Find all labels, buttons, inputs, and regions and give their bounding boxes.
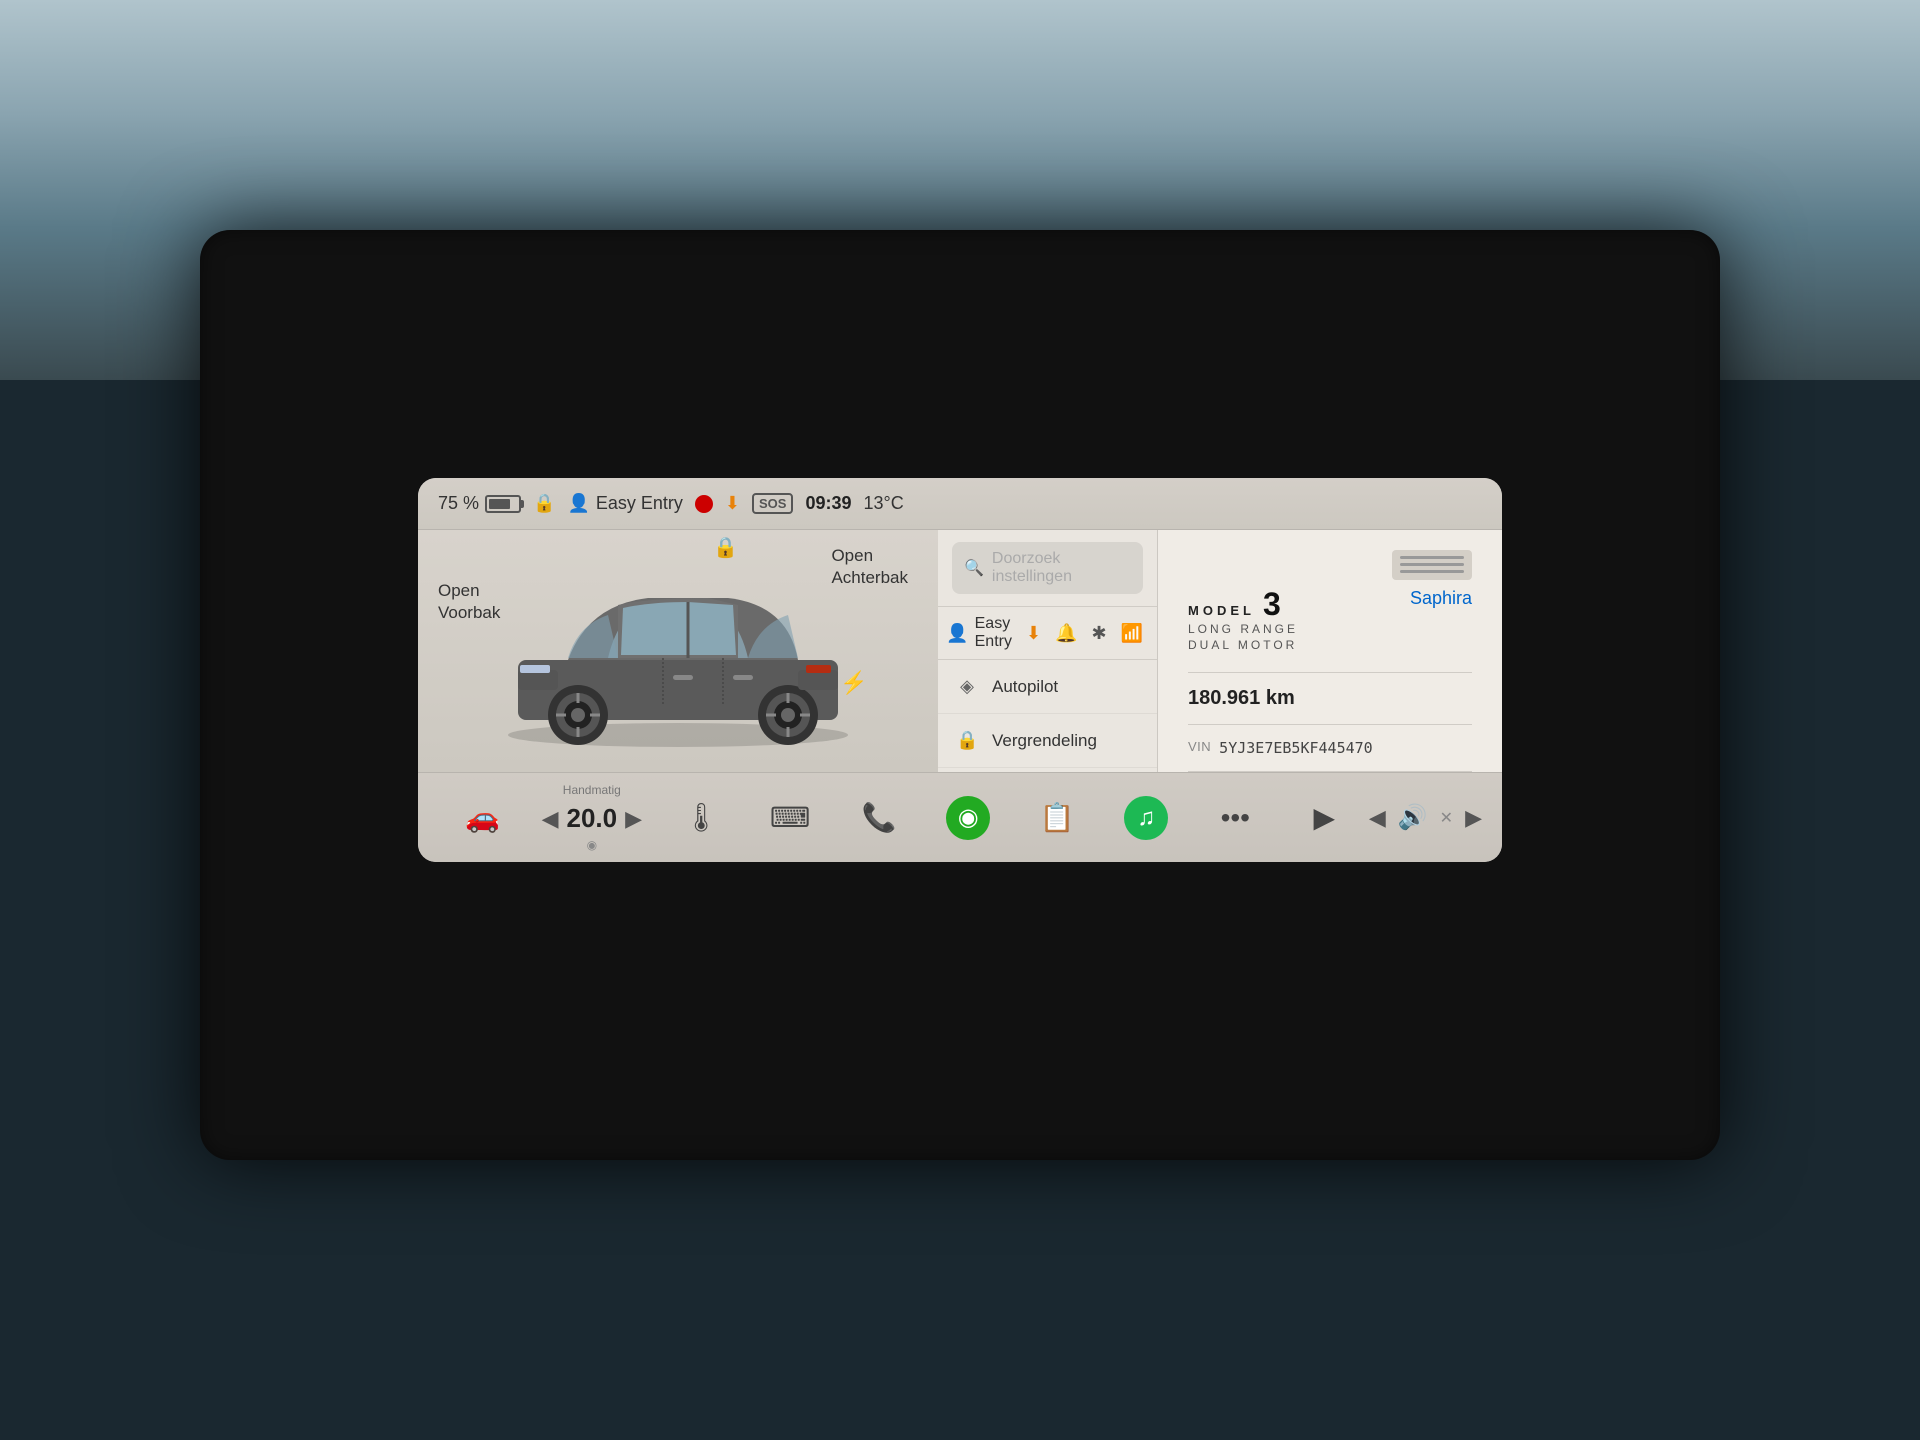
taskbar-steering[interactable]: ⌨ bbox=[746, 793, 835, 842]
model-line1: LONG RANGE bbox=[1188, 622, 1298, 636]
car-icon: 🚗 bbox=[465, 801, 500, 834]
lock-menu-icon: 🔒 bbox=[956, 730, 978, 751]
taskbar-temp[interactable]: Handmatig ◀ 20.0 ▶ ◉ bbox=[527, 775, 657, 860]
notes-icon: 📋 bbox=[1040, 801, 1075, 834]
lock-icon: 🔒 bbox=[533, 493, 555, 514]
vin-section: VIN 5YJ3E7EB5KF445470 bbox=[1188, 724, 1472, 771]
mileage-value: 180.961 km bbox=[1188, 687, 1472, 710]
download-icon: ⬇ bbox=[1026, 623, 1041, 644]
sos-badge[interactable]: SOS bbox=[752, 493, 793, 514]
model-number: 3 bbox=[1263, 588, 1284, 620]
search-icon: 🔍 bbox=[964, 558, 984, 578]
menu-item-autopilot[interactable]: ◈ Autopilot bbox=[938, 660, 1157, 714]
battery-icon bbox=[485, 495, 521, 513]
temp-right-arrow[interactable]: ▶ bbox=[625, 806, 642, 832]
details-panel: MODEL 3 LONG RANGE DUAL MOTOR Saphira 18… bbox=[1158, 530, 1502, 772]
menu-icon-top bbox=[1392, 550, 1472, 580]
taskbar-more[interactable]: ••• bbox=[1191, 794, 1280, 842]
battery-fill bbox=[489, 499, 510, 509]
clock: 09:39 bbox=[805, 493, 851, 514]
profile-label: Easy Entry bbox=[975, 615, 1012, 651]
taskbar: 🚗 Handmatig ◀ 20.0 ▶ ◉ 🌡 ⌨ bbox=[418, 772, 1502, 862]
hvac-icon: 🌡 bbox=[683, 801, 719, 834]
camera-dot: ◉ bbox=[946, 796, 990, 840]
vergrendeling-label: Vergrendeling bbox=[992, 731, 1097, 751]
mileage-section: 180.961 km bbox=[1188, 672, 1472, 724]
person-icon: 👤 bbox=[946, 623, 968, 644]
play-icon: ▶ bbox=[1314, 801, 1336, 834]
search-input[interactable]: 🔍 Doorzoek instellingen bbox=[952, 542, 1143, 594]
search-bar-container: 🔍 Doorzoek instellingen bbox=[938, 530, 1157, 607]
rec-indicator bbox=[695, 495, 713, 513]
taskbar-car[interactable]: 🚗 bbox=[438, 793, 527, 842]
settings-panel: 🔍 Doorzoek instellingen 👤 Easy Entry ⬇ 🔔… bbox=[938, 530, 1158, 772]
status-bar: 75 % 🔒 👤 Easy Entry ⬇ SOS 09:39 13°C bbox=[418, 478, 1502, 530]
vin-value: 5YJ3E7EB5KF445470 bbox=[1219, 739, 1373, 757]
model-color: Saphira bbox=[1410, 588, 1472, 609]
car-svg: ⚡ bbox=[488, 550, 868, 750]
vol-right-arrow[interactable]: ▶ bbox=[1465, 805, 1482, 831]
temperature: 13°C bbox=[864, 493, 904, 514]
more-icon: ••• bbox=[1221, 802, 1250, 834]
taskbar-play[interactable]: ▶ bbox=[1280, 793, 1369, 842]
settings-menu-list: ◈ Autopilot 🔒 Vergrendeling ✦ Verlichtin… bbox=[938, 660, 1157, 772]
profile-item[interactable]: 👤 Easy Entry bbox=[946, 615, 1012, 651]
taskbar-spotify[interactable]: ♫ bbox=[1102, 788, 1191, 848]
lightning-bolt: ⚡ bbox=[840, 670, 867, 696]
tesla-screen: 75 % 🔒 👤 Easy Entry ⬇ SOS 09:39 13°C bbox=[418, 478, 1502, 862]
profile-bar: 👤 Easy Entry ⬇ 🔔 ✱ 📶 bbox=[938, 607, 1157, 660]
temp-label: Handmatig bbox=[563, 783, 621, 797]
model-line2: DUAL MOTOR bbox=[1188, 638, 1298, 652]
menu-item-vergrendeling[interactable]: 🔒 Vergrendeling bbox=[938, 714, 1157, 768]
phone-icon: 📞 bbox=[862, 801, 897, 834]
battery-percentage: 75 % bbox=[438, 493, 479, 514]
autopilot-icon: ◈ bbox=[956, 676, 978, 697]
vin-label: VIN bbox=[1188, 739, 1211, 754]
taskbar-phone[interactable]: 📞 bbox=[835, 793, 924, 842]
signal-icon: 📶 bbox=[1121, 623, 1143, 644]
taskbar-camera[interactable]: ◉ bbox=[924, 788, 1013, 848]
temp-dot: ◉ bbox=[587, 838, 597, 852]
main-content: Open Voorbak Open Achterbak 🔒 bbox=[418, 530, 1502, 772]
car-visual: 🔒 bbox=[418, 530, 938, 772]
autopilot-label: Autopilot bbox=[992, 677, 1058, 697]
search-placeholder: Doorzoek instellingen bbox=[992, 550, 1131, 586]
vol-left-arrow[interactable]: ◀ bbox=[1369, 805, 1386, 831]
bluetooth-status-icon[interactable]: ✱ bbox=[1091, 623, 1106, 644]
volume-control: ◀ 🔊 ✕ ▶ bbox=[1369, 803, 1482, 832]
steering-icon: ⌨ bbox=[770, 801, 810, 834]
volume-icon[interactable]: 🔊 bbox=[1398, 803, 1428, 832]
model-prefix: MODEL bbox=[1188, 603, 1255, 618]
model-header: MODEL 3 LONG RANGE DUAL MOTOR Saphira bbox=[1188, 588, 1472, 652]
taskbar-hvac[interactable]: 🌡 bbox=[657, 793, 746, 842]
car-lock-icon: 🔒 bbox=[713, 535, 738, 560]
spotify-icon: ♫ bbox=[1124, 796, 1168, 840]
left-panel: Open Voorbak Open Achterbak 🔒 bbox=[418, 530, 938, 772]
download-icon: ⬇ bbox=[725, 493, 740, 514]
profile-name: Easy Entry bbox=[596, 493, 683, 514]
temp-value: 20.0 bbox=[567, 803, 618, 834]
decorative-header bbox=[1188, 550, 1472, 580]
battery-status: 75 % bbox=[438, 493, 521, 514]
profile-status: 👤 Easy Entry bbox=[567, 493, 682, 514]
person-icon: 👤 bbox=[567, 493, 589, 514]
taskbar-notes[interactable]: 📋 bbox=[1013, 793, 1102, 842]
bell-icon[interactable]: 🔔 bbox=[1055, 623, 1077, 644]
screen-bezel: 75 % 🔒 👤 Easy Entry ⬇ SOS 09:39 13°C bbox=[200, 230, 1720, 1160]
model-info: MODEL 3 LONG RANGE DUAL MOTOR bbox=[1188, 588, 1298, 652]
temp-left-arrow[interactable]: ◀ bbox=[542, 806, 559, 832]
